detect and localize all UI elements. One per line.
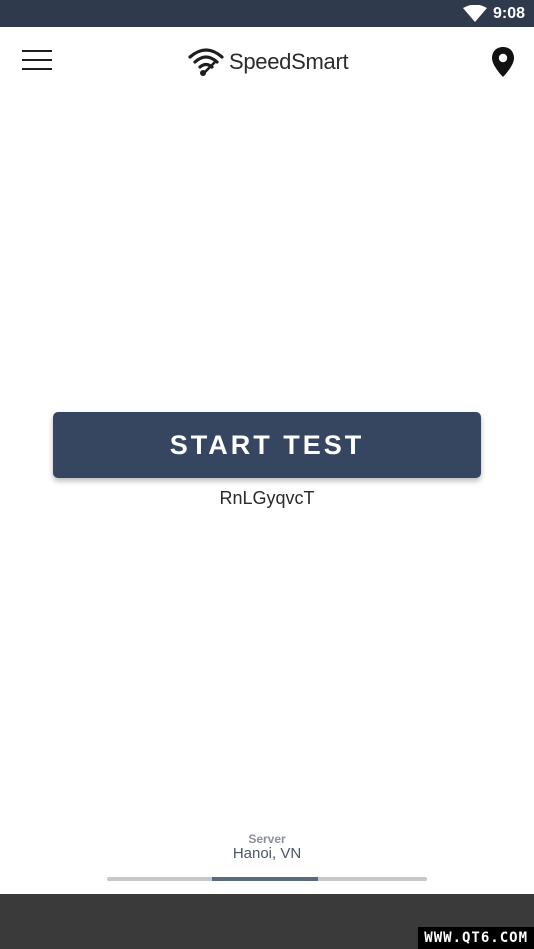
- provider-name: RnLGyqvcT: [219, 488, 315, 508]
- app-name: SpeedSmart: [229, 49, 349, 74]
- server-location[interactable]: Hanoi, VN: [0, 845, 534, 862]
- server-label: Server: [248, 832, 286, 846]
- map-pin-icon[interactable]: [491, 47, 515, 77]
- page-indicator-active: [212, 877, 318, 881]
- wifi-icon: [463, 5, 487, 22]
- status-bar: 9:08: [0, 0, 534, 27]
- wifi-speed-logo-icon: [188, 48, 224, 76]
- page-indicator[interactable]: [107, 877, 427, 881]
- status-time: 9:08: [493, 5, 526, 22]
- bottom-bar: WWW.QT6.COM: [0, 894, 534, 949]
- app-logo: SpeedSmart: [188, 45, 349, 79]
- app-header: SpeedSmart: [0, 27, 534, 95]
- hamburger-menu-icon[interactable]: [18, 47, 56, 75]
- start-test-button[interactable]: START TEST: [53, 412, 481, 478]
- watermark: WWW.QT6.COM: [418, 927, 534, 949]
